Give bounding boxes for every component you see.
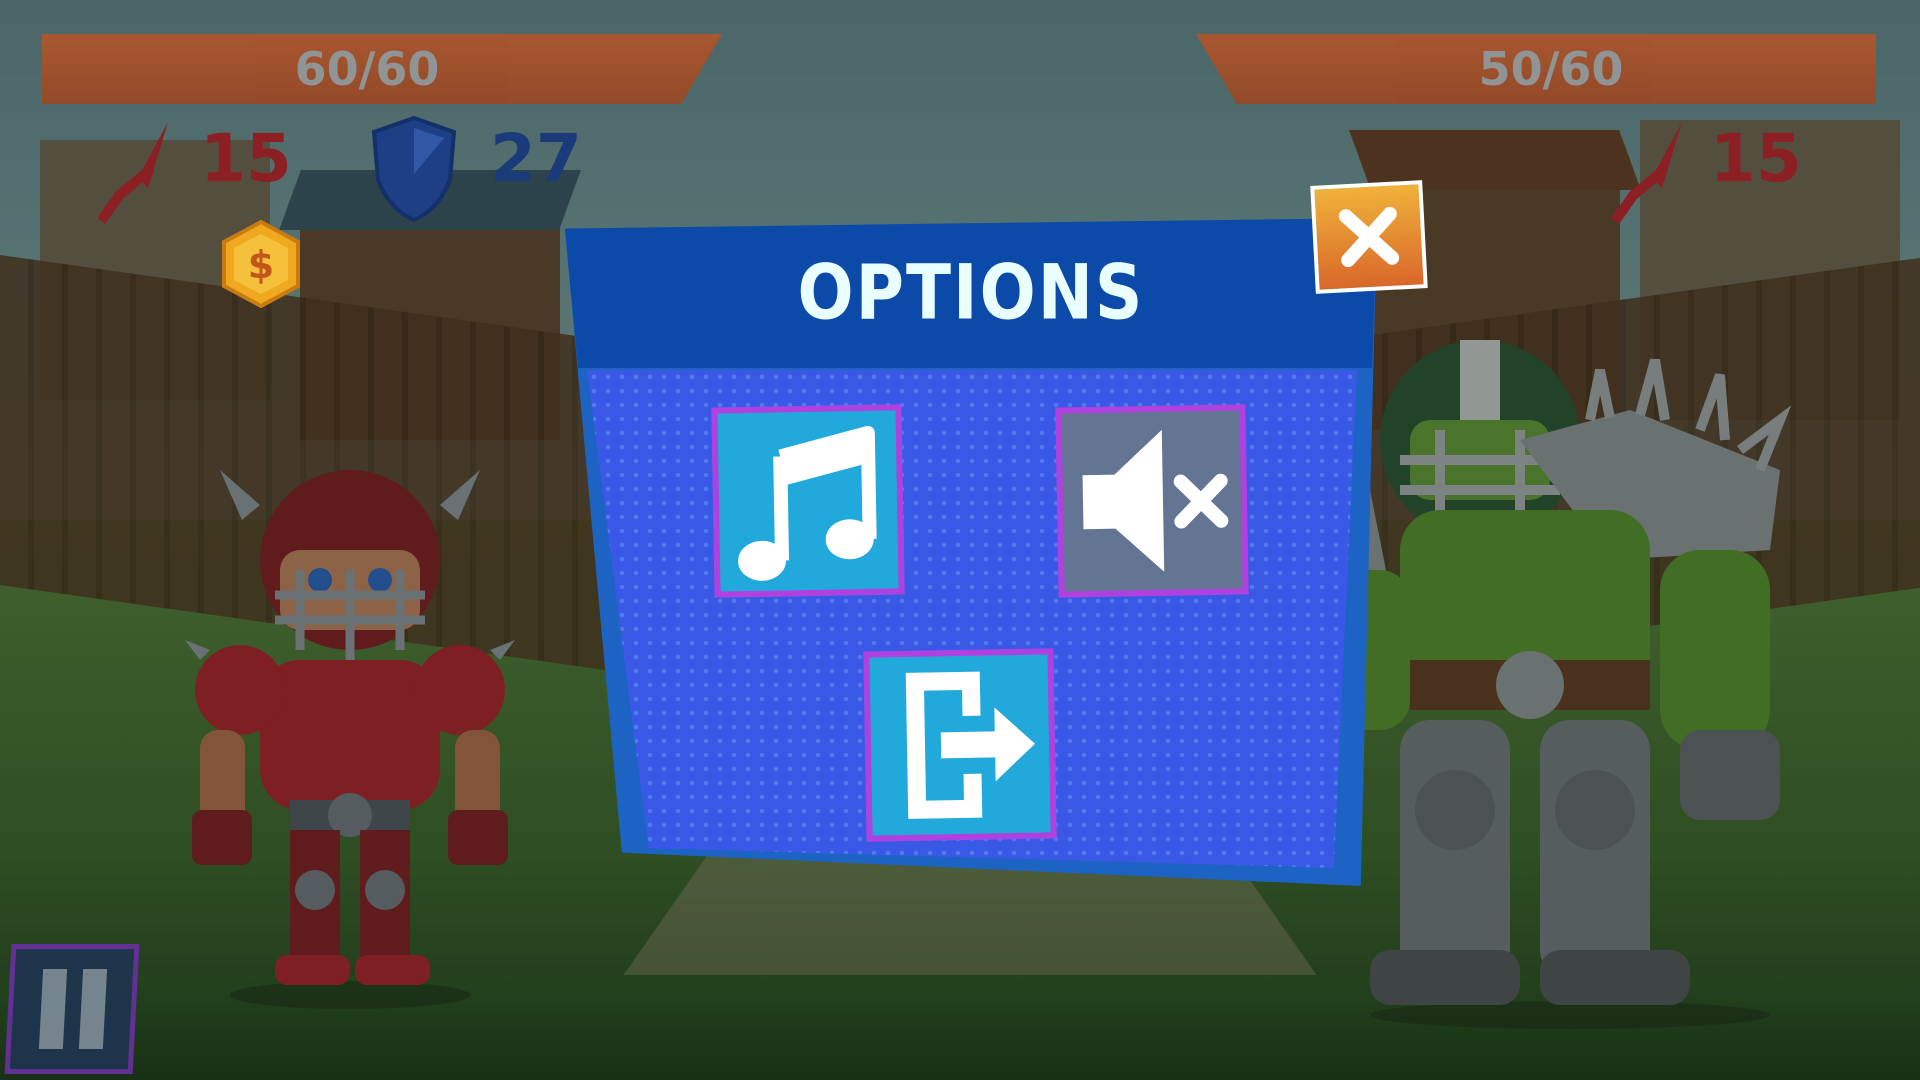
- player-defense-value: 27: [490, 120, 582, 197]
- close-options-button[interactable]: [1310, 180, 1428, 294]
- options-modal: OPTIONS: [565, 218, 1377, 886]
- speaker-muted-icon: [1082, 429, 1229, 572]
- close-icon: [1338, 206, 1400, 268]
- enemy-health-bar: 50/60: [1196, 34, 1876, 104]
- enemy-attack-value: 15: [1710, 120, 1802, 197]
- player-health-text: 60/60: [294, 42, 440, 96]
- player-attack-value: 15: [200, 120, 292, 197]
- svg-text:$: $: [248, 243, 274, 287]
- music-note-icon: [738, 425, 877, 581]
- sword-icon: [1612, 122, 1682, 224]
- music-toggle-button[interactable]: [711, 404, 905, 598]
- shield-icon: [371, 115, 457, 223]
- exit-game-button[interactable]: [863, 648, 1057, 842]
- exit-door-icon: [905, 671, 1035, 819]
- pause-button[interactable]: [4, 944, 140, 1074]
- player-health-bar: 60/60: [42, 34, 722, 104]
- coin-icon: $: [222, 220, 300, 308]
- sound-toggle-button[interactable]: [1055, 404, 1249, 598]
- modal-title: OPTIONS: [797, 248, 1145, 337]
- sword-icon: [98, 122, 168, 224]
- enemy-health-text: 50/60: [1478, 42, 1624, 96]
- pause-icon: [38, 969, 108, 1049]
